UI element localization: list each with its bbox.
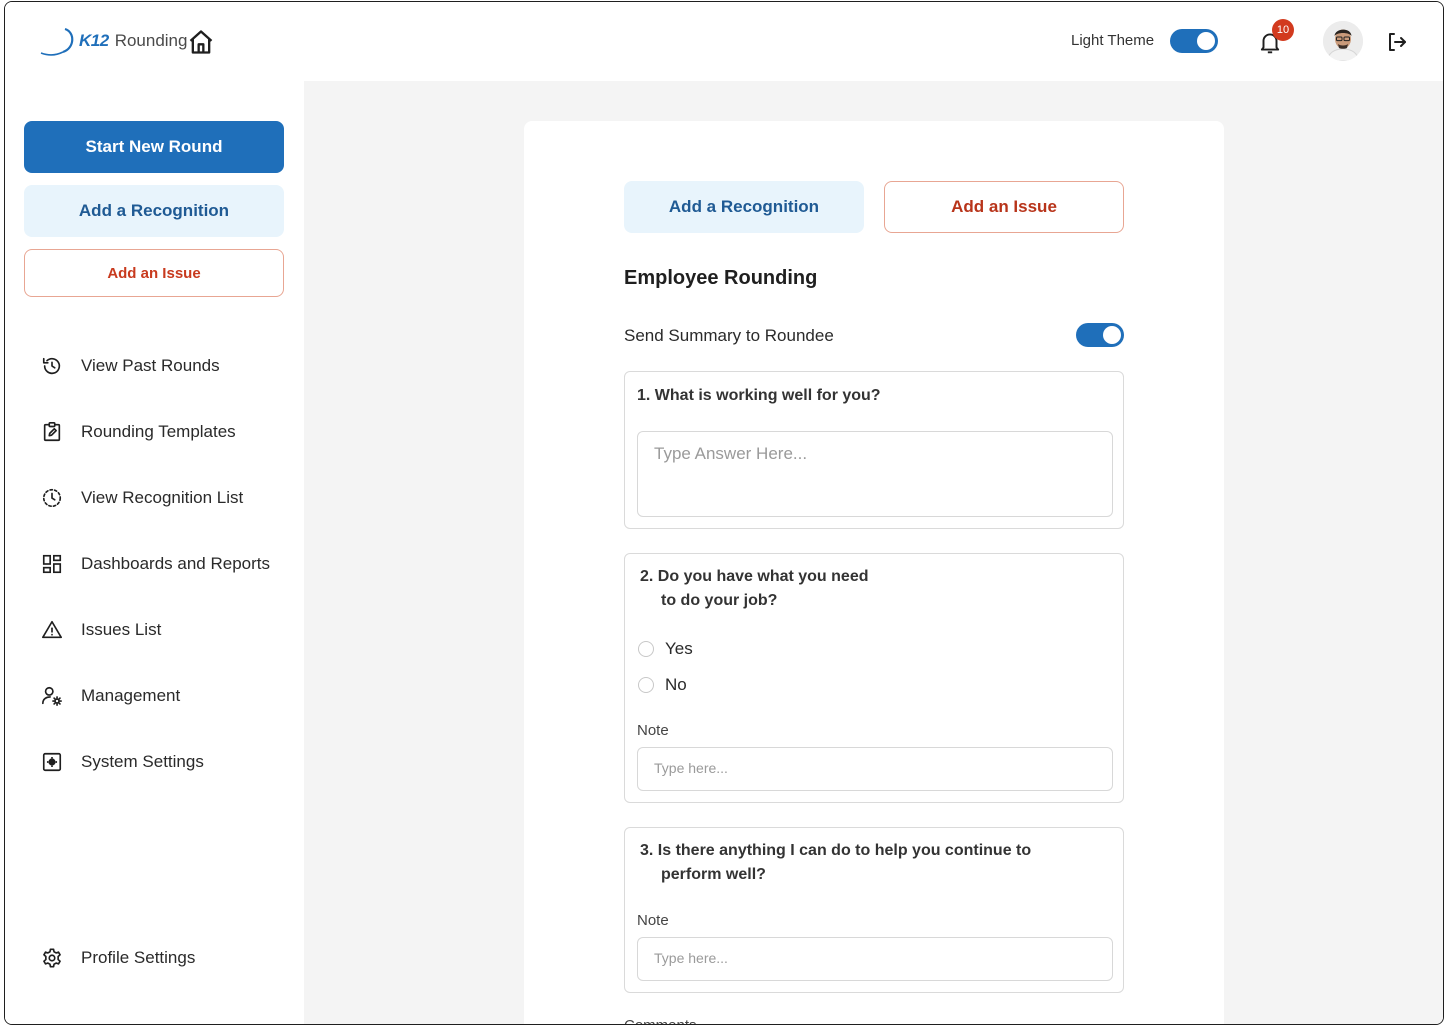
sidebar-item-label: View Past Rounds (81, 356, 220, 375)
sidebar-item-label: Management (81, 686, 181, 705)
theme-label: Light Theme (1071, 32, 1155, 49)
question-card-3: 3. Is there anything I can do to help yo… (624, 827, 1124, 993)
question-3-line-2: perform well? (661, 866, 766, 883)
dashboard-grid-icon (41, 553, 63, 575)
question-card-1: 1. What is working well for you? Type An… (624, 371, 1124, 529)
radio-yes[interactable]: Yes (638, 639, 693, 659)
notification-badge: 10 (1272, 19, 1294, 41)
radio-no[interactable]: No (638, 675, 687, 695)
top-bar: K12 Rounding Light Theme 10 (5, 2, 1443, 81)
radio-label: Yes (665, 639, 693, 658)
theme-toggle[interactable] (1170, 29, 1218, 53)
sidebar-item-rounding-templates[interactable]: Rounding Templates (41, 418, 236, 446)
warning-triangle-icon (41, 619, 63, 641)
radio-circle (638, 677, 654, 693)
clipboard-edit-icon (41, 421, 63, 443)
sidebar-item-label: Rounding Templates (81, 422, 236, 441)
settings-box-icon (41, 751, 63, 773)
gear-icon (41, 947, 63, 969)
question-2-line-2: to do your job? (661, 592, 778, 609)
add-issue-tab[interactable]: Add an Issue (884, 181, 1124, 233)
avatar-portrait-icon (1323, 21, 1363, 61)
question-1-text: 1. What is working well for you? (637, 387, 881, 404)
app-logo[interactable]: K12 Rounding (35, 26, 187, 56)
sidebar-item-system-settings[interactable]: System Settings (41, 748, 204, 776)
radio-label: No (665, 675, 687, 694)
history-icon (41, 355, 63, 377)
logout-icon[interactable] (1385, 30, 1409, 54)
question-2-line-1: 2. Do you have what you need (640, 568, 869, 585)
user-avatar[interactable] (1323, 21, 1363, 61)
sidebar-item-label: View Recognition List (81, 488, 244, 507)
home-icon[interactable] (187, 28, 215, 56)
note-input[interactable]: Type here... (637, 937, 1113, 981)
clock-dashed-icon (41, 487, 63, 509)
logo-swoosh-icon (40, 27, 74, 56)
sidebar-item-dashboards[interactable]: Dashboards and Reports (41, 550, 270, 578)
add-recognition-tab[interactable]: Add a Recognition (624, 181, 864, 233)
toggle-knob (1197, 32, 1215, 50)
answer-textarea[interactable]: Type Answer Here... (637, 431, 1113, 517)
sidebar-item-label: Issues List (81, 620, 162, 639)
toggle-knob (1103, 326, 1121, 344)
sidebar: Start New Round Add a Recognition Add an… (5, 81, 304, 1024)
sidebar-item-label: System Settings (81, 752, 204, 771)
add-recognition-button[interactable]: Add a Recognition (24, 185, 284, 237)
logo-mark: K12 (79, 31, 109, 50)
question-card-2: 2. Do you have what you need to do your … (624, 553, 1124, 803)
note-label: Note (637, 722, 669, 739)
main-content: Add a Recognition Add an Issue Employee … (304, 81, 1443, 1024)
note-label: Note (637, 912, 669, 929)
note-input[interactable]: Type here... (637, 747, 1113, 791)
comments-label: Comments (624, 1017, 697, 1024)
send-summary-toggle[interactable] (1076, 323, 1124, 347)
sidebar-item-label: Profile Settings (81, 948, 196, 967)
send-summary-label: Send Summary to Roundee (624, 326, 834, 345)
sidebar-item-recognition-list[interactable]: View Recognition List (41, 484, 243, 512)
add-issue-button[interactable]: Add an Issue (24, 249, 284, 297)
sidebar-item-label: Dashboards and Reports (81, 554, 271, 573)
rounding-form-card: Add a Recognition Add an Issue Employee … (524, 121, 1224, 1024)
start-new-round-button[interactable]: Start New Round (24, 121, 284, 173)
sidebar-item-profile-settings[interactable]: Profile Settings (41, 944, 195, 972)
sidebar-item-past-rounds[interactable]: View Past Rounds (41, 352, 220, 380)
app-window: K12 Rounding Light Theme 10 Start New Ro… (4, 1, 1444, 1025)
sidebar-item-issues-list[interactable]: Issues List (41, 616, 161, 644)
sidebar-item-management[interactable]: Management (41, 682, 180, 710)
logo-text: Rounding (114, 31, 188, 50)
form-title: Employee Rounding (624, 267, 818, 289)
radio-circle (638, 641, 654, 657)
question-3-line-1: 3. Is there anything I can do to help yo… (640, 842, 1032, 859)
user-gear-icon (41, 685, 63, 707)
